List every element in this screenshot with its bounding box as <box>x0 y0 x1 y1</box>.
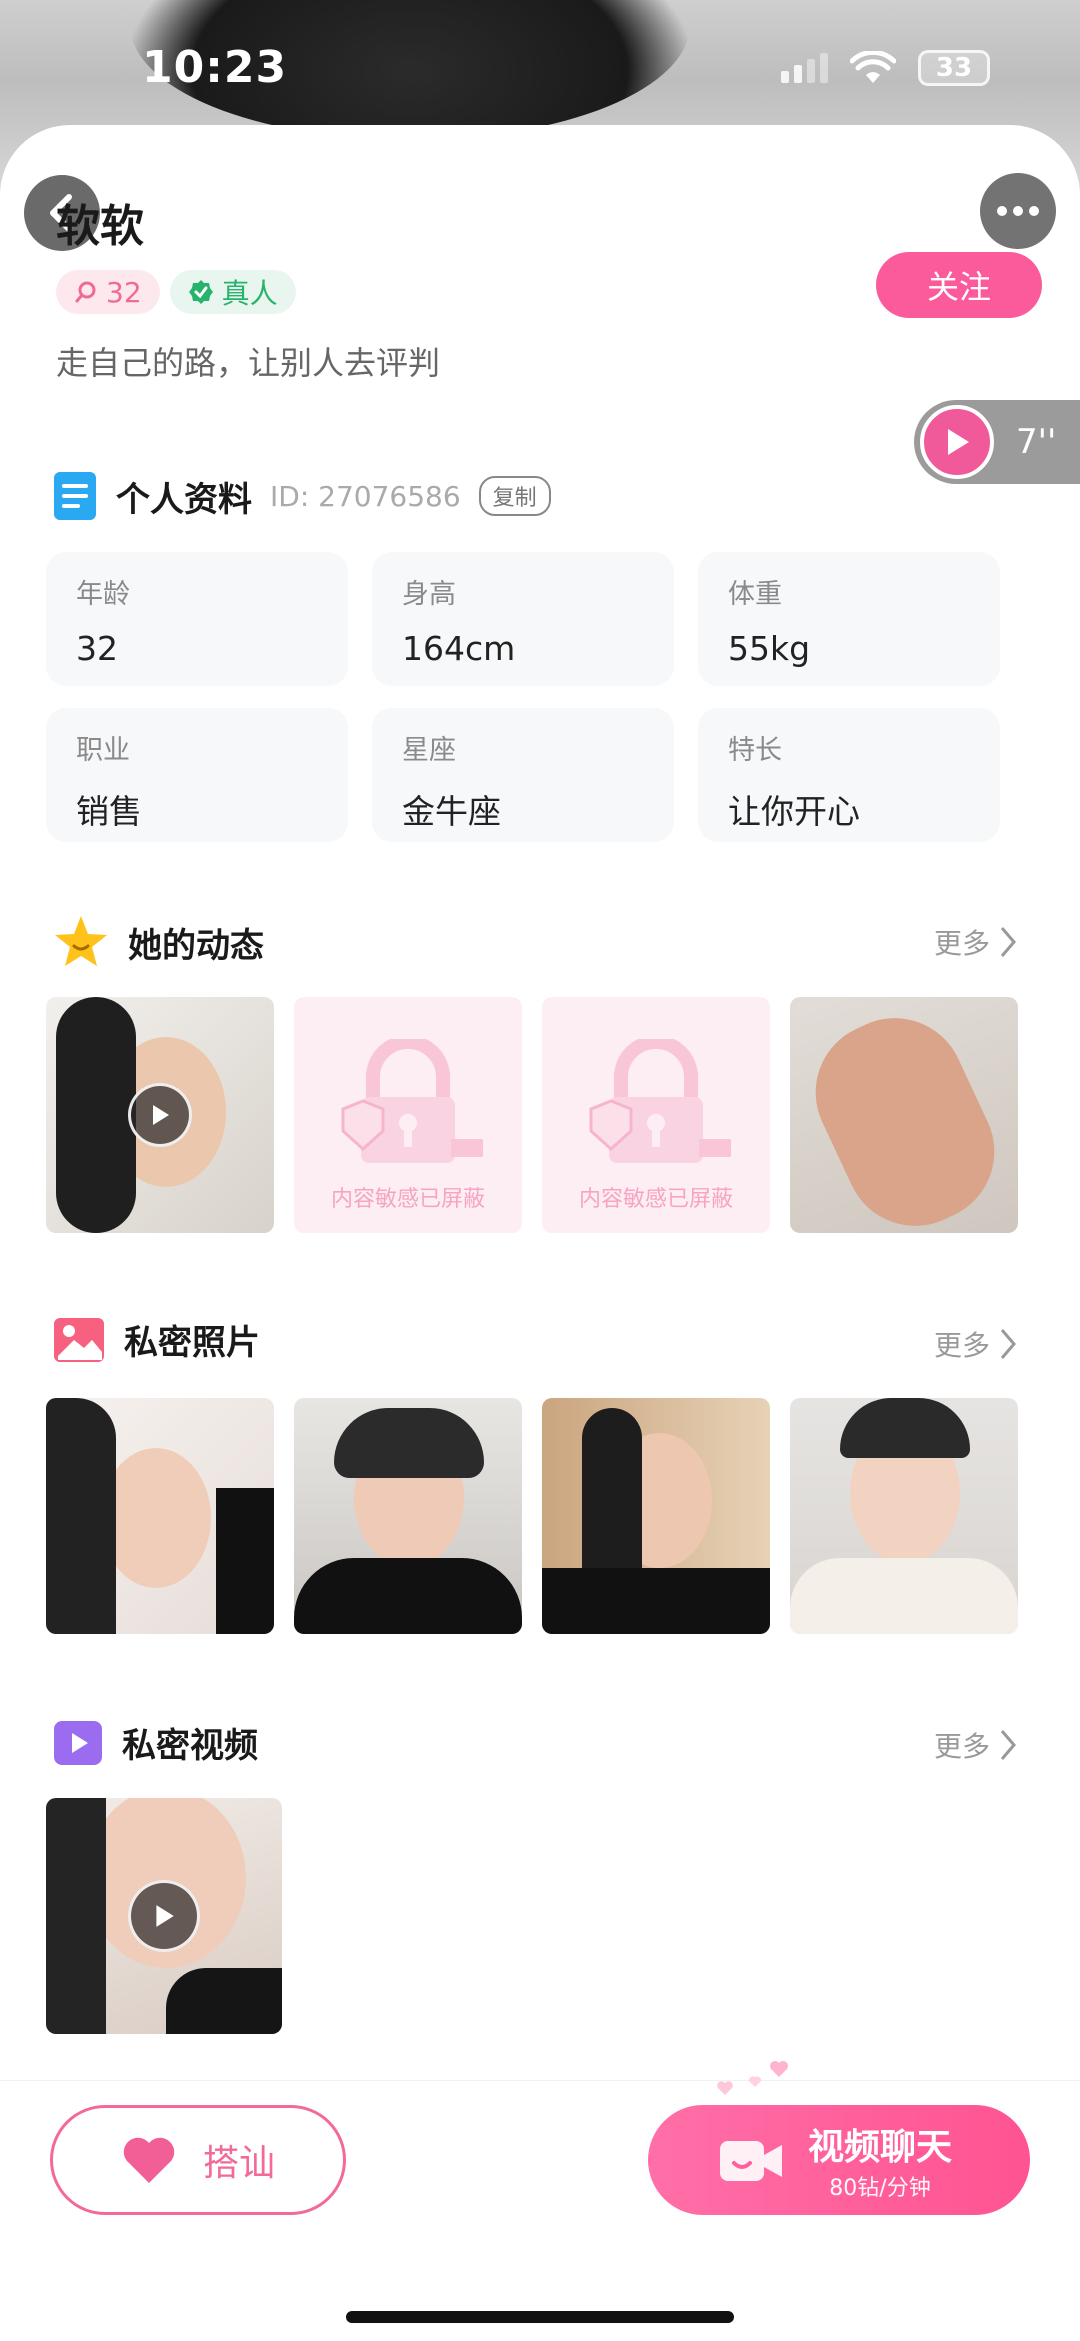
follow-button[interactable]: 关注 <box>876 252 1042 318</box>
chevron-right-icon <box>1000 927 1016 957</box>
voice-intro-player[interactable]: 7'' <box>914 400 1080 484</box>
status-icons: 33 <box>781 49 990 86</box>
private-video-thumb[interactable] <box>46 1798 282 2034</box>
info-value: 32 <box>76 629 118 668</box>
chevron-right-icon <box>1000 1329 1016 1359</box>
private-videos-more-link[interactable]: 更多 <box>934 1725 1018 1765</box>
popularity-value: 32 <box>106 275 142 309</box>
copy-id-button[interactable]: 复制 <box>478 476 551 516</box>
user-id: ID: 27076586 <box>270 479 461 513</box>
private-photo-thumb[interactable] <box>542 1398 770 1634</box>
profile-badges: 32 真人 <box>56 270 296 314</box>
private-photos-header: 私密照片 <box>52 1315 260 1364</box>
moment-locked-thumb[interactable]: 内容敏感已屏蔽 <box>294 997 522 1233</box>
moments-more-link[interactable]: 更多 <box>934 922 1018 962</box>
wifi-icon <box>849 49 897 85</box>
info-value: 164cm <box>402 629 516 668</box>
info-value: 金牛座 <box>402 792 501 831</box>
battery-icon: 33 <box>918 50 990 86</box>
personal-info-header: 个人资料 ID: 27076586 复制 <box>52 470 551 522</box>
more-label: 更多 <box>933 927 990 960</box>
info-cell-zodiac: 星座 金牛座 <box>372 708 674 842</box>
voice-duration: 7'' <box>1016 422 1057 462</box>
private-photo-thumb[interactable] <box>294 1398 522 1634</box>
verified-check-icon <box>188 280 213 304</box>
lock-shield-icon <box>589 1039 731 1163</box>
moments-thumbnails: 内容敏感已屏蔽 内容敏感已屏蔽 <box>46 997 1018 1233</box>
info-label: 特长 <box>728 735 782 766</box>
private-videos-title: 私密视频 <box>122 1726 258 1766</box>
info-value: 销售 <box>76 792 142 831</box>
private-photos-thumbnails <box>46 1398 1018 1634</box>
more-label: 更多 <box>933 1730 990 1763</box>
locked-content-text: 内容敏感已屏蔽 <box>330 1187 485 1212</box>
popularity-icon <box>75 281 96 303</box>
info-label: 体重 <box>728 579 782 610</box>
profile-name: 软软 <box>56 201 144 252</box>
popularity-badge: 32 <box>56 270 160 314</box>
verified-badge: 真人 <box>169 270 296 314</box>
moments-title: 她的动态 <box>128 925 264 966</box>
play-icon <box>920 405 994 479</box>
profile-bio: 走自己的路，让别人去评判 <box>56 344 441 382</box>
verified-label: 真人 <box>221 277 278 310</box>
info-cell-specialty: 特长 让你开心 <box>698 708 1000 842</box>
more-label: 更多 <box>933 1329 990 1362</box>
personal-info-title: 个人资料 <box>116 479 252 520</box>
info-label: 职业 <box>76 735 130 766</box>
info-cell-height: 身高 164cm <box>372 552 674 686</box>
info-label: 年龄 <box>76 579 130 610</box>
video-chat-button[interactable]: 视频聊天 80钻/分钟 <box>648 2105 1030 2215</box>
heart-icon <box>123 2137 175 2183</box>
private-photo-thumb[interactable] <box>46 1398 274 1634</box>
moment-photo-thumb[interactable] <box>790 997 1018 1233</box>
info-cell-weight: 体重 55kg <box>698 552 1000 686</box>
play-icon <box>128 1880 200 1952</box>
moments-header: 她的动态 <box>52 914 264 970</box>
more-options-button[interactable] <box>980 173 1056 249</box>
personal-info-grid: 年龄 32 身高 164cm 体重 55kg 职业销售 星座金牛座 特长让你开心 <box>46 552 1006 842</box>
info-label: 身高 <box>402 579 456 610</box>
moment-video-thumb[interactable] <box>46 997 274 1233</box>
moment-locked-thumb[interactable]: 内容敏感已屏蔽 <box>542 997 770 1233</box>
chevron-right-icon <box>1000 1730 1016 1760</box>
private-photos-title: 私密照片 <box>124 1323 260 1363</box>
play-icon <box>128 1083 192 1147</box>
private-photos-more-link[interactable]: 更多 <box>934 1324 1018 1364</box>
video-chat-price: 80钻/分钟 <box>829 2176 931 2201</box>
info-value: 55kg <box>728 629 811 668</box>
info-label: 星座 <box>402 735 456 766</box>
private-videos-thumbnails <box>46 1798 282 2034</box>
star-icon <box>55 916 107 966</box>
video-camera-icon <box>720 2141 782 2181</box>
video-icon <box>54 1720 102 1765</box>
home-indicator <box>346 2311 734 2323</box>
video-chat-label: 视频聊天 <box>808 2127 953 2168</box>
document-icon <box>54 472 96 520</box>
private-videos-header: 私密视频 <box>52 1718 258 1767</box>
info-value: 让你开心 <box>728 792 860 831</box>
info-cell-occupation: 职业 销售 <box>46 708 348 842</box>
greet-label: 搭讪 <box>202 2143 275 2184</box>
greet-button[interactable]: 搭讪 <box>50 2105 346 2215</box>
status-time: 10:23 <box>142 42 288 93</box>
more-dots-icon <box>997 206 1007 216</box>
locked-content-text: 内容敏感已屏蔽 <box>578 1187 733 1212</box>
cellular-signal-icon <box>781 53 828 83</box>
image-icon <box>54 1317 104 1362</box>
info-cell-age: 年龄 32 <box>46 552 348 686</box>
private-photo-thumb[interactable] <box>790 1398 1018 1634</box>
lock-shield-icon <box>341 1039 483 1163</box>
